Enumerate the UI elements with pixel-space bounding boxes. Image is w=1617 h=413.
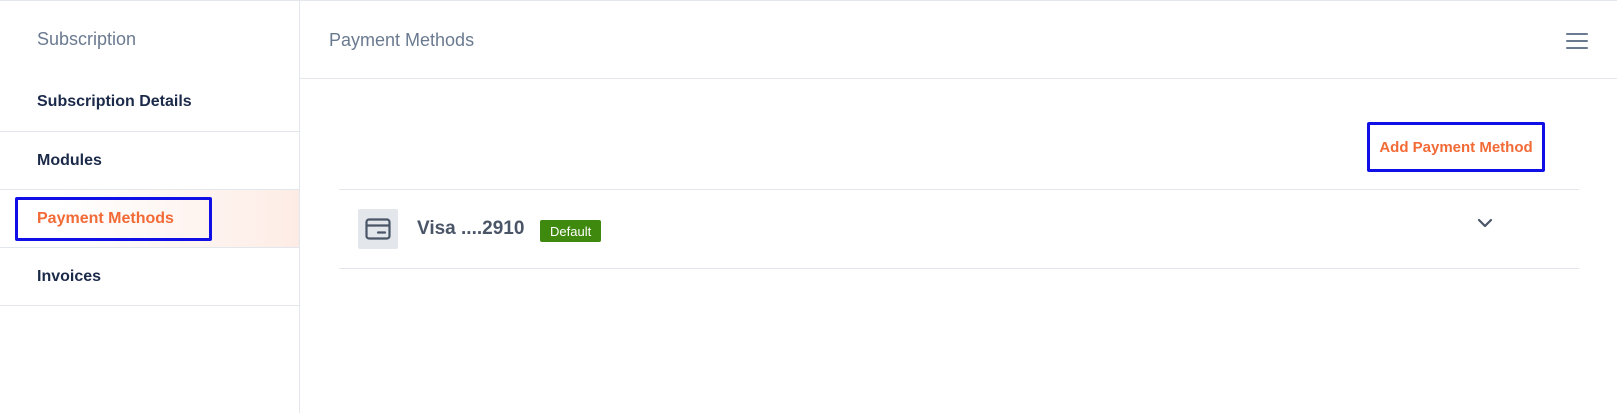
- main-content: Payment Methods Add Payment Method Visa …: [300, 1, 1617, 413]
- app-root: Subscription Subscription Details Module…: [0, 0, 1617, 413]
- sidebar-item-modules[interactable]: Modules: [0, 132, 299, 190]
- sidebar-item-invoices[interactable]: Invoices: [0, 248, 299, 306]
- payment-method-label: Visa ....2910: [417, 218, 525, 239]
- sidebar-item-label: Payment Methods: [37, 209, 174, 227]
- sidebar-item-payment-methods[interactable]: Payment Methods: [0, 190, 299, 248]
- sidebar-item-label: Invoices: [37, 267, 102, 285]
- default-badge: Default: [540, 220, 602, 242]
- sidebar-item-label: Modules: [37, 151, 102, 169]
- hamburger-menu-icon[interactable]: [1565, 31, 1589, 51]
- card-icon-container: [358, 209, 398, 249]
- sidebar-item-subscription-details[interactable]: Subscription Details: [0, 73, 299, 132]
- sidebar-title: Subscription: [37, 29, 137, 49]
- page-title: Payment Methods: [329, 30, 475, 50]
- main-header: Payment Methods: [300, 1, 1617, 79]
- credit-card-icon: [365, 218, 391, 240]
- payment-method-row[interactable]: Visa ....2910 Default: [339, 189, 1579, 269]
- chevron-down-icon[interactable]: [1477, 217, 1493, 229]
- sidebar-item-label: Subscription Details: [37, 93, 192, 110]
- sidebar: Subscription Subscription Details Module…: [0, 1, 300, 413]
- add-payment-method-button[interactable]: Add Payment Method: [1367, 122, 1545, 172]
